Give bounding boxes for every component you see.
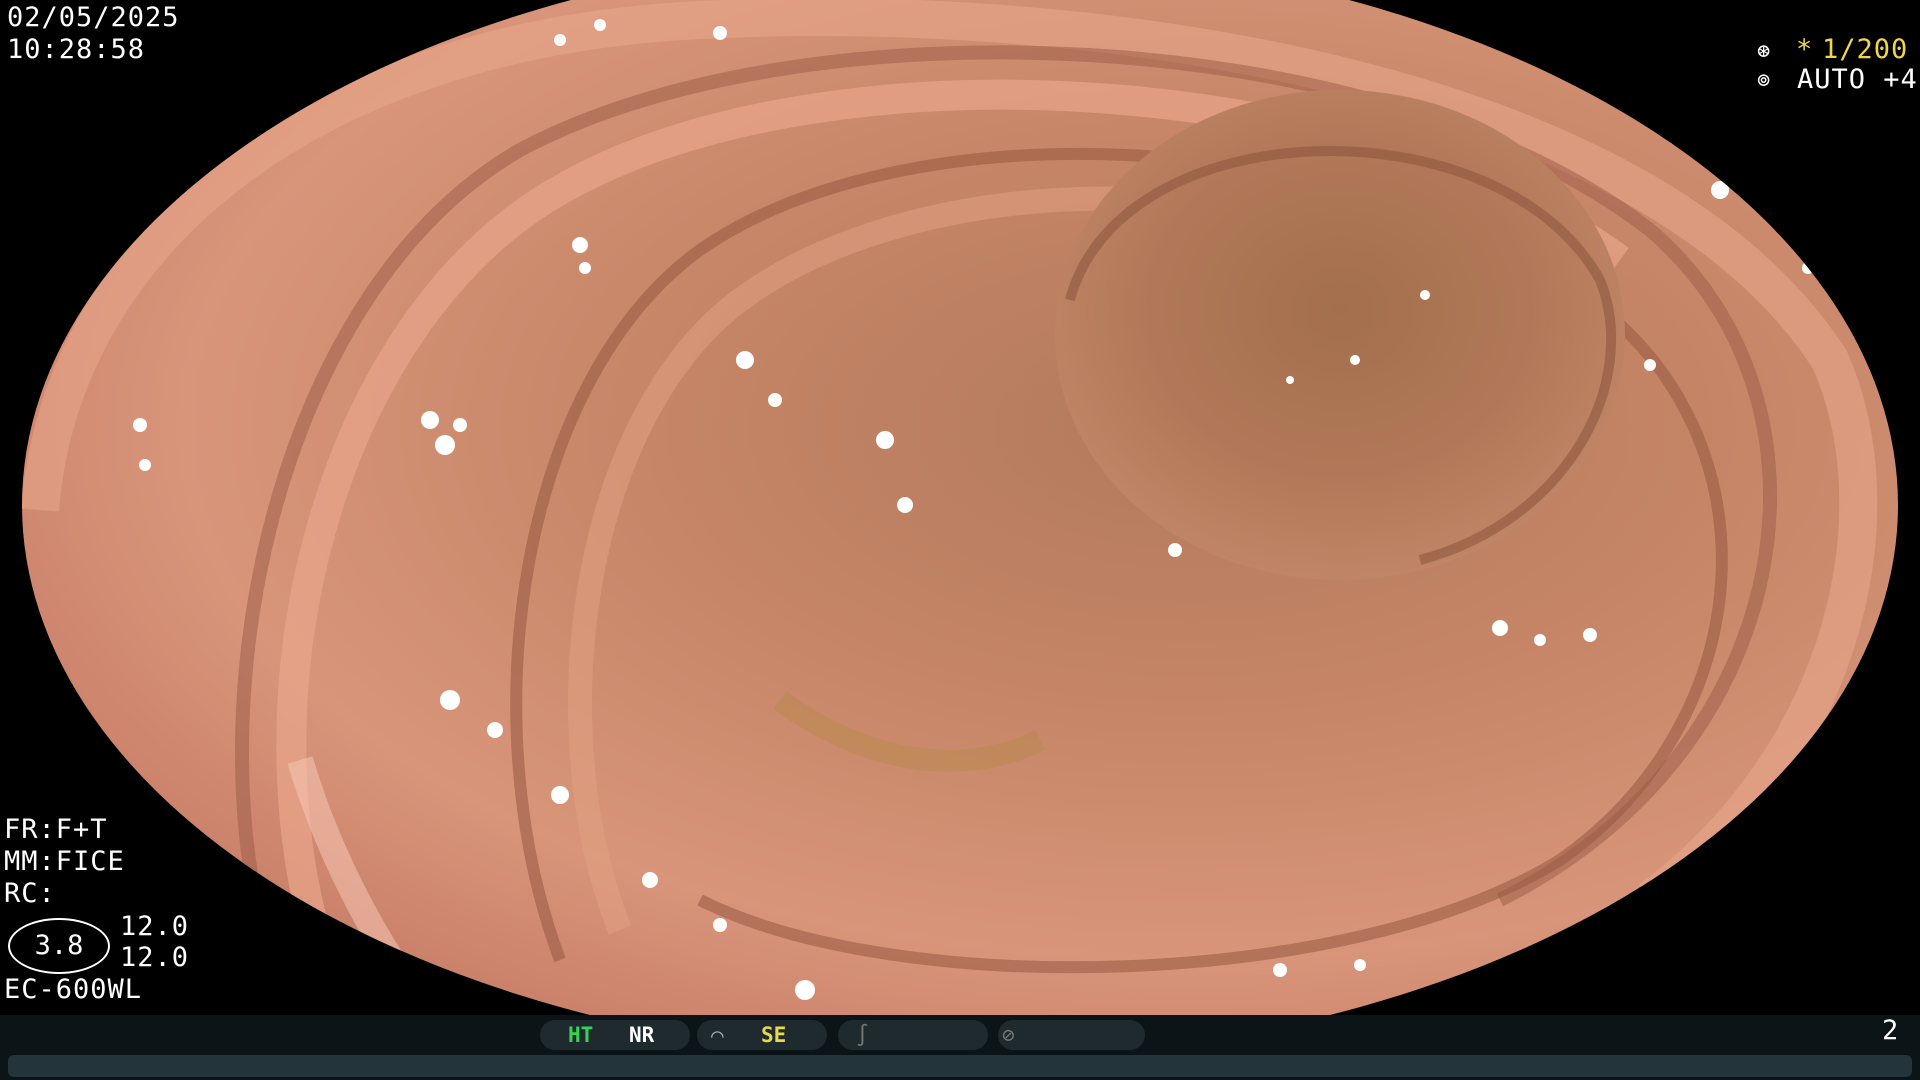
mm-label: MM:FICE: [4, 846, 125, 877]
endoscope-screen: { "overlay": { "date": "02/05/2025", "ti…: [0, 0, 1920, 1080]
endoscopic-image: [22, 0, 1898, 1015]
shutter-speed-label: 1/200: [1822, 34, 1909, 65]
status-bar: HT NR ⌒ SE ∫ ⊘ 2: [0, 1015, 1920, 1080]
page-number: 2: [1882, 1015, 1900, 1046]
time-label: 10:28:58: [7, 34, 146, 65]
enhance-icon: ⌒: [711, 1023, 724, 1047]
iris-icon: ⊚: [1757, 68, 1772, 93]
mode-indicator: ⊘: [998, 1020, 1145, 1050]
ht-label: HT: [568, 1023, 594, 1047]
date-label: 02/05/2025: [7, 2, 180, 33]
se-label: SE: [761, 1023, 787, 1047]
ring-value-badge: 3.8: [8, 918, 110, 974]
value-2-label: 12.0: [120, 942, 190, 973]
mode-icon: ⊘: [1002, 1023, 1015, 1047]
shutter-icon: ⊛: [1757, 39, 1772, 64]
bottom-strip: [8, 1055, 1912, 1077]
scope-model-label: EC-600WL: [4, 974, 143, 1005]
fr-label: FR:F+T: [4, 814, 108, 845]
iris-mode-label: AUTO +4: [1797, 64, 1918, 95]
slash-indicator: ∫: [838, 1020, 988, 1050]
rc-label: RC:: [4, 878, 56, 909]
se-indicator: ⌒ SE: [697, 1020, 827, 1050]
value-1-label: 12.0: [120, 911, 190, 942]
shutter-mark: *: [1796, 34, 1814, 65]
slash-icon: ∫: [856, 1023, 869, 1047]
nr-label: NR: [629, 1023, 655, 1047]
ht-nr-indicator: HT NR: [540, 1020, 690, 1050]
